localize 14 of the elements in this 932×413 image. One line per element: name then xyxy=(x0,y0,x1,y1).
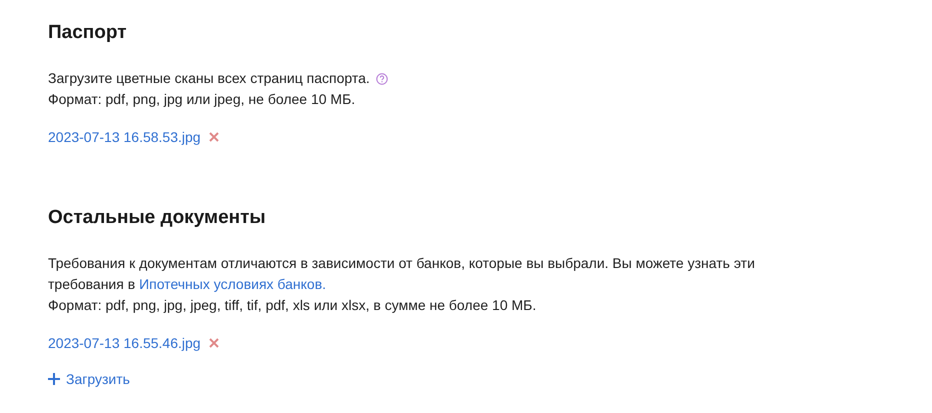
format-text: Формат: pdf, png, jpg, jpeg, tiff, tif, pdf, xls или xlsx, в сумме не более 10 МБ. xyxy=(48,296,538,315)
section-title: Остальные документы xyxy=(48,206,267,230)
file-link[interactable]: 2023-07-13 16.55.46.jpg xyxy=(48,333,201,353)
format-text: Формат: pdf, png, jpg или jpeg, не более 10 МБ. xyxy=(48,90,356,109)
description-text: Требования к документам отличаются в зависимости от банков, которые вы выбрали. Вы можете узнать эти требования в Ипотечных условиях банков. xyxy=(48,254,756,294)
help-icon[interactable] xyxy=(376,73,388,85)
plus-icon xyxy=(48,373,60,385)
file-link[interactable]: 2023-07-13 16.58.53.jpg xyxy=(48,127,201,147)
description-text: Загрузите цветные сканы всех страниц паспорта. xyxy=(48,68,828,89)
upload-button[interactable]: Загрузить xyxy=(48,371,130,387)
bank-conditions-link[interactable]: Ипотечных условиях банков. xyxy=(139,276,326,292)
section-title: Паспорт xyxy=(48,21,128,45)
remove-icon[interactable] xyxy=(208,132,219,142)
remove-icon[interactable] xyxy=(208,338,219,348)
